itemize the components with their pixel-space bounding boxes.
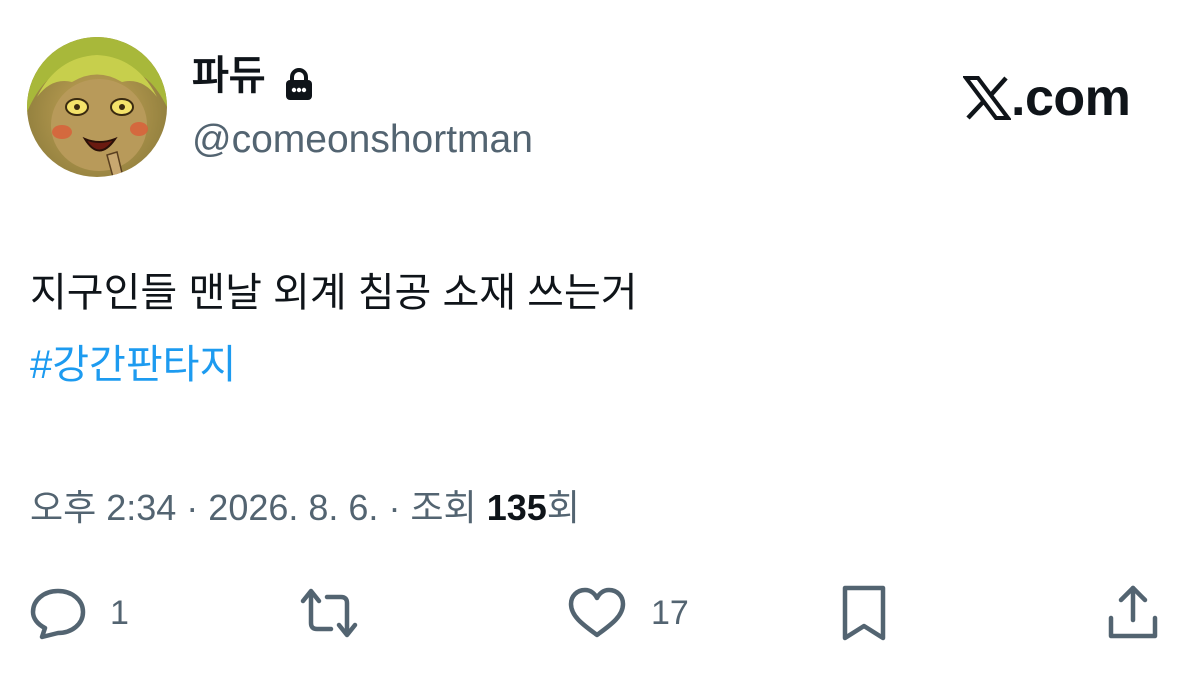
lock-icon xyxy=(284,60,314,100)
heart-icon xyxy=(565,585,629,641)
action-bar: 1 17 xyxy=(0,578,1200,648)
hashtag-link[interactable]: #강간판타지 xyxy=(30,334,236,396)
author-display-name-row: 파듀 xyxy=(192,48,314,104)
reply-button[interactable]: 1 xyxy=(28,578,129,648)
x-logo-icon xyxy=(962,74,1012,122)
share-icon xyxy=(1103,582,1163,644)
author-handle[interactable]: @comeonshortman xyxy=(192,112,533,168)
author-display-name[interactable]: 파듀 xyxy=(192,48,266,104)
bookmark-icon xyxy=(836,583,892,643)
brand-text: .com xyxy=(1011,69,1131,127)
reply-count: 1 xyxy=(110,593,129,632)
avatar[interactable] xyxy=(27,37,167,177)
reply-icon xyxy=(28,585,88,641)
like-button[interactable]: 17 xyxy=(565,578,689,648)
retweet-icon xyxy=(297,585,361,641)
tweet-meta: 오후 2:34 · 2026. 8. 6. · 조회 135회 xyxy=(30,480,580,536)
views-count: 135 xyxy=(486,487,547,528)
timestamp[interactable]: 오후 2:34 · 2026. 8. 6. · 조회 xyxy=(30,487,487,528)
tweet-text: 지구인들 맨날 외계 침공 소재 쓰는거 xyxy=(30,271,638,315)
like-count: 17 xyxy=(651,593,689,632)
bookmark-button[interactable] xyxy=(836,578,892,648)
brand: .com xyxy=(962,68,1131,128)
views-suffix: 회 xyxy=(546,487,580,528)
retweet-button[interactable] xyxy=(297,578,361,648)
share-button[interactable] xyxy=(1103,578,1163,648)
